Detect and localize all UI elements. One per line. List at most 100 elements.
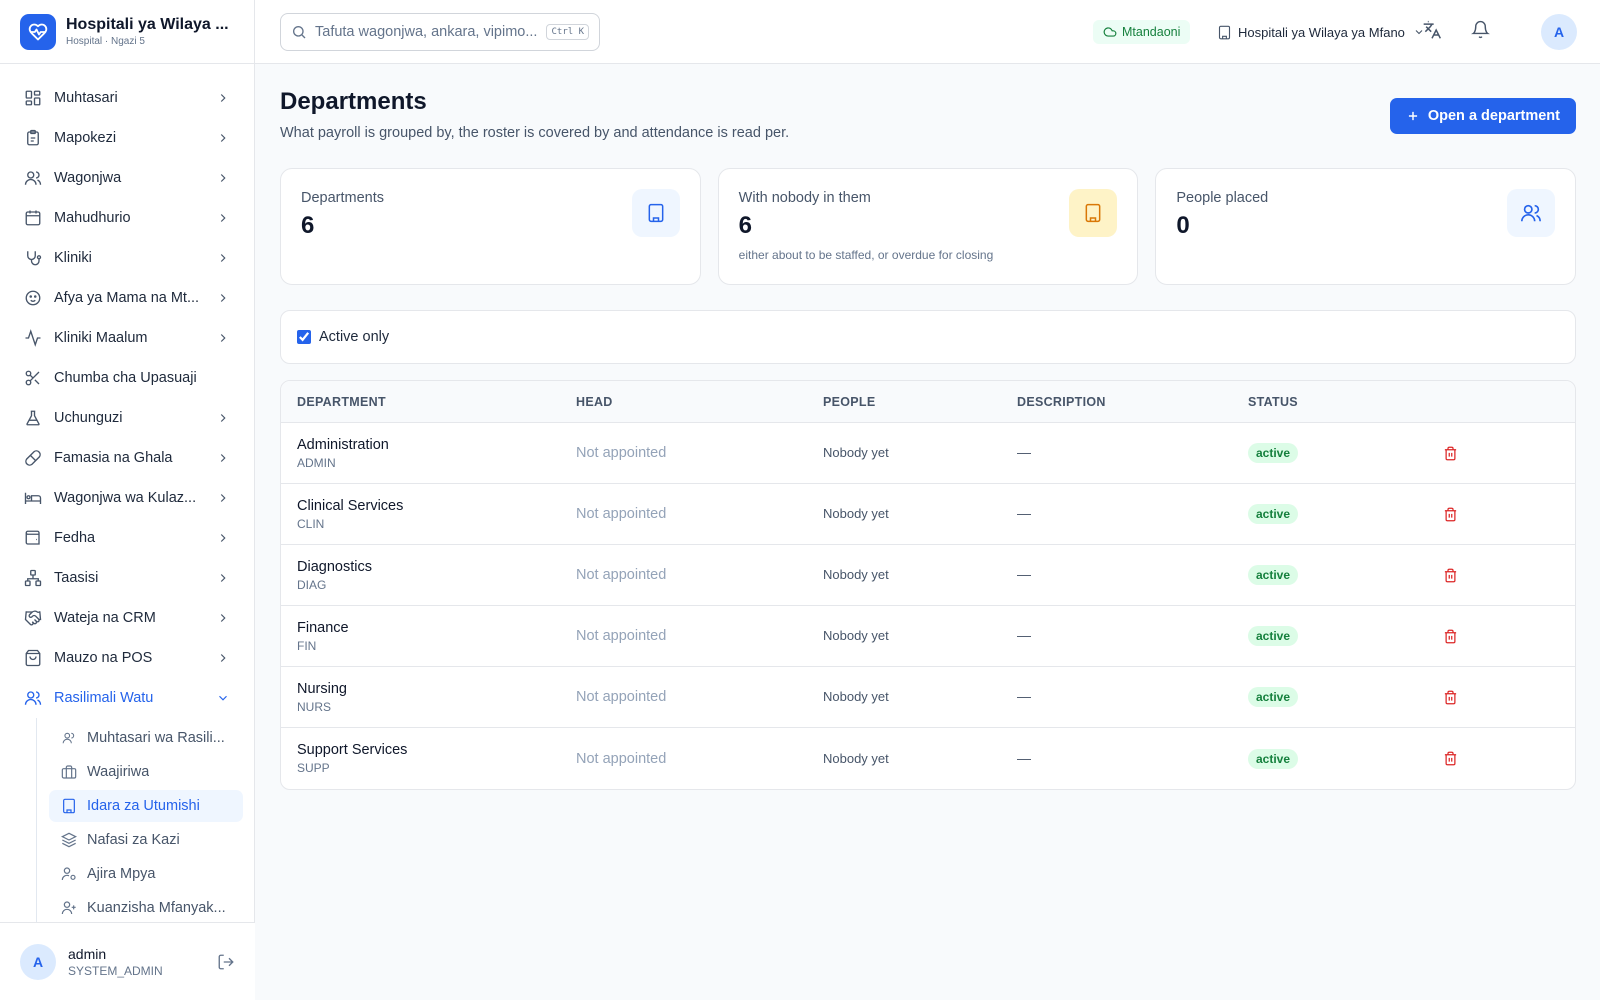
department-people: Nobody yet (823, 628, 889, 643)
subnav-item-waajiriwa[interactable]: Waajiriwa (49, 756, 243, 788)
trash-icon[interactable] (1442, 751, 1458, 767)
table-row[interactable]: Nursing NURS Not appointed Nobody yet — a… (281, 667, 1575, 728)
sidebar-item-wateja-na-crm[interactable]: Wateja na CRM (0, 598, 254, 638)
table-row[interactable]: Finance FIN Not appointed Nobody yet — ac… (281, 606, 1575, 667)
active-only-checkbox[interactable] (297, 330, 311, 344)
department-code: CLIN (297, 516, 325, 531)
chevron-right-icon (216, 531, 230, 545)
subnav-item-idara-za-utumishi[interactable]: Idara za Utumishi (49, 790, 243, 822)
sidebar: Hospitali ya Wilaya ... Hospital · Ngazi… (0, 0, 255, 1000)
facility-selector[interactable]: Hospitali ya Wilaya ya Mfano (1217, 20, 1425, 44)
chevron-right-icon (216, 91, 230, 105)
stat-note: either about to be staffed, or overdue f… (738, 248, 994, 262)
avatar[interactable]: A (20, 943, 56, 980)
baby-icon (24, 289, 42, 307)
button-label: Open a department (1427, 108, 1560, 124)
search-box[interactable]: Ctrl K (280, 13, 600, 51)
subnav-item-muhtasari-wa-rasilimali[interactable]: Muhtasari wa Rasili... (49, 722, 243, 754)
grid-icon (24, 89, 42, 107)
table-row[interactable]: Support Services SUPP Not appointed Nobod… (281, 728, 1575, 789)
page-subtitle: What payroll is grouped by, the roster i… (280, 125, 790, 141)
sidebar-item-fedha[interactable]: Fedha (0, 518, 254, 558)
sidebar-item-mauzo-na-pos[interactable]: Mauzo na POS (0, 638, 254, 678)
stat-card-empty-departments: With nobody in them 6 either about to be… (717, 168, 1139, 285)
trash-icon[interactable] (1442, 567, 1458, 583)
facility-name: Hospitali ya Wilaya ya Mfano (1238, 24, 1405, 40)
sidebar-item-wagonjwa[interactable]: Wagonjwa (0, 158, 254, 198)
trash-icon[interactable] (1442, 628, 1458, 644)
department-name[interactable]: Diagnostics (297, 559, 574, 575)
table-row[interactable]: Diagnostics DIAG Not appointed Nobody yet… (281, 545, 1575, 606)
department-code: SUPP (297, 761, 330, 775)
sidebar-item-uchunguzi[interactable]: Uchunguzi (0, 398, 254, 438)
users-icon (61, 730, 77, 746)
open-department-button[interactable]: Open a department (1389, 98, 1576, 134)
subnav-item-nafasi-za-kazi[interactable]: Nafasi za Kazi (49, 824, 243, 856)
subnav-item-ajira-mpya[interactable]: Ajira Mpya (49, 858, 243, 890)
trash-icon[interactable] (1442, 689, 1458, 705)
search-input[interactable] (315, 24, 547, 40)
department-name[interactable]: Finance (297, 620, 574, 636)
status-badge: active (1248, 748, 1299, 769)
trash-icon[interactable] (1442, 506, 1458, 522)
chevron-right-icon (216, 331, 230, 345)
cloud-icon (1103, 25, 1117, 39)
column-header-head[interactable]: HEAD (574, 395, 823, 409)
search-icon (291, 24, 307, 40)
active-only-label[interactable]: Active only (319, 329, 389, 345)
department-name[interactable]: Nursing (297, 681, 574, 697)
department-people: Nobody yet (823, 689, 889, 704)
table-row[interactable]: Administration ADMIN Not appointed Nobody… (281, 423, 1575, 484)
sidebar-item-mahudhurio[interactable]: Mahudhurio (0, 198, 254, 238)
sidebar-item-label: Rasilimali Watu (54, 690, 154, 706)
sidebar-item-kliniki-maalum[interactable]: Kliniki Maalum (0, 318, 254, 358)
status-badge: Mtandaoni (1093, 20, 1191, 44)
sidebar-item-mapokezi[interactable]: Mapokezi (0, 118, 254, 158)
column-header-description[interactable]: DESCRIPTION (1017, 395, 1248, 409)
column-header-people[interactable]: PEOPLE (823, 395, 1017, 409)
heart-logo-icon (20, 13, 56, 50)
notifications-button[interactable] (1468, 20, 1492, 44)
column-header-status[interactable]: STATUS (1248, 395, 1438, 409)
department-name[interactable]: Administration (297, 437, 574, 453)
sidebar-item-rasilimali-watu[interactable]: Rasilimali Watu (0, 678, 254, 718)
table-row[interactable]: Clinical Services CLIN Not appointed Nobo… (281, 484, 1575, 545)
department-people: Nobody yet (823, 750, 889, 766)
subnav-item-label: Muhtasari wa Rasili... (87, 730, 225, 746)
logout-icon[interactable] (217, 953, 235, 971)
sidebar-item-afya-ya-mama[interactable]: Afya ya Mama na Mt... (0, 278, 254, 318)
brand: Hospitali ya Wilaya ... Hospital · Ngazi… (0, 0, 254, 64)
keyboard-shortcut: Ctrl K (546, 24, 589, 40)
user-role: SYSTEM_ADMIN (68, 963, 163, 978)
chevron-right-icon (216, 131, 230, 145)
scissors-icon (24, 369, 42, 387)
clipboard-icon (24, 129, 42, 147)
layers-icon (61, 832, 77, 848)
building-icon (1069, 189, 1118, 237)
sidebar-item-kliniki[interactable]: Kliniki (0, 238, 254, 278)
chevron-right-icon (216, 571, 230, 585)
sidebar-item-label: Wateja na CRM (54, 610, 156, 626)
department-description: — (1017, 566, 1031, 582)
sidebar-item-muhtasari[interactable]: Muhtasari (0, 78, 254, 118)
sidebar-item-taasisi[interactable]: Taasisi (0, 558, 254, 598)
stats-row: Departments 6 With nobody in them 6 eith… (280, 168, 1577, 285)
sidebar-item-famasia-na-ghala[interactable]: Famasia na Ghala (0, 438, 254, 478)
column-header-department[interactable]: DEPARTMENT (281, 395, 574, 409)
sidebar-item-wagonjwa-wa-kulazwa[interactable]: Wagonjwa wa Kulaz... (0, 478, 254, 518)
department-name[interactable]: Clinical Services (297, 498, 574, 514)
department-head: Not appointed (576, 506, 667, 522)
language-button[interactable] (1420, 20, 1444, 44)
avatar[interactable]: A (1541, 14, 1577, 50)
sidebar-item-label: Mapokezi (54, 130, 117, 146)
sidebar-nav: Muhtasari Mapokezi Wagonjwa Mahudhurio K… (0, 64, 254, 928)
translate-icon (1422, 20, 1442, 45)
chevron-right-icon (216, 211, 230, 225)
sidebar-item-chumba-cha-upasuaji[interactable]: Chumba cha Upasuaji (0, 358, 254, 398)
department-code: FIN (297, 638, 317, 653)
subnav-item-kuanzisha-mfanyakazi[interactable]: Kuanzisha Mfanyak... (49, 892, 243, 924)
brand-subtitle: Hospital · Ngazi 5 (66, 36, 145, 47)
table-header: DEPARTMENT HEAD PEOPLE DESCRIPTION STATU… (281, 381, 1575, 423)
trash-icon[interactable] (1442, 445, 1458, 461)
department-name[interactable]: Support Services (297, 742, 574, 758)
